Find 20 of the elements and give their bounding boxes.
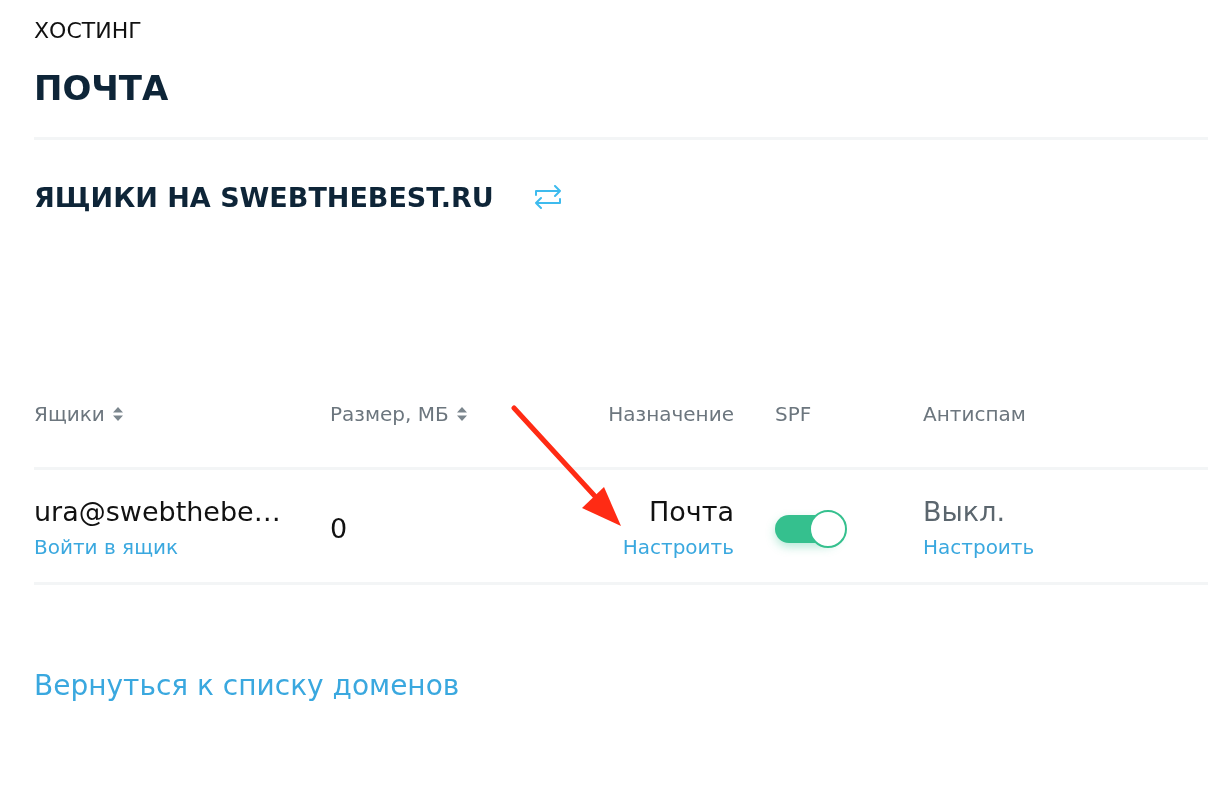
breadcrumb: ХОСТИНГ <box>34 18 143 44</box>
configure-link[interactable]: Настроить <box>923 535 1208 559</box>
column-header: SPF <box>775 402 812 426</box>
mailbox-address: ura@swebthebe… <box>34 498 282 526</box>
column-header[interactable]: Размер, МБ <box>330 402 467 426</box>
swap-arrows-icon[interactable] <box>533 185 562 209</box>
column-header: Назначение <box>608 402 734 426</box>
configure-link[interactable]: Настроить <box>622 535 734 559</box>
back-link[interactable]: Вернуться к списку доменов <box>34 669 460 703</box>
purpose-value: Почта <box>648 498 734 526</box>
sort-icon[interactable] <box>112 406 123 422</box>
column-header[interactable]: Ящики <box>34 402 123 426</box>
size-value: 0 <box>330 514 349 543</box>
section-title: ЯЩИКИ НА SWEBTHEBEST.RU <box>34 182 494 214</box>
column-header: Антиспам <box>923 402 1026 426</box>
page-title: ПОЧТА <box>34 68 170 108</box>
spf-toggle[interactable] <box>775 509 847 548</box>
sort-icon[interactable] <box>456 406 467 422</box>
antispam-status: Выкл. <box>923 498 1006 526</box>
login-link[interactable]: Войти в ящик <box>34 535 330 559</box>
